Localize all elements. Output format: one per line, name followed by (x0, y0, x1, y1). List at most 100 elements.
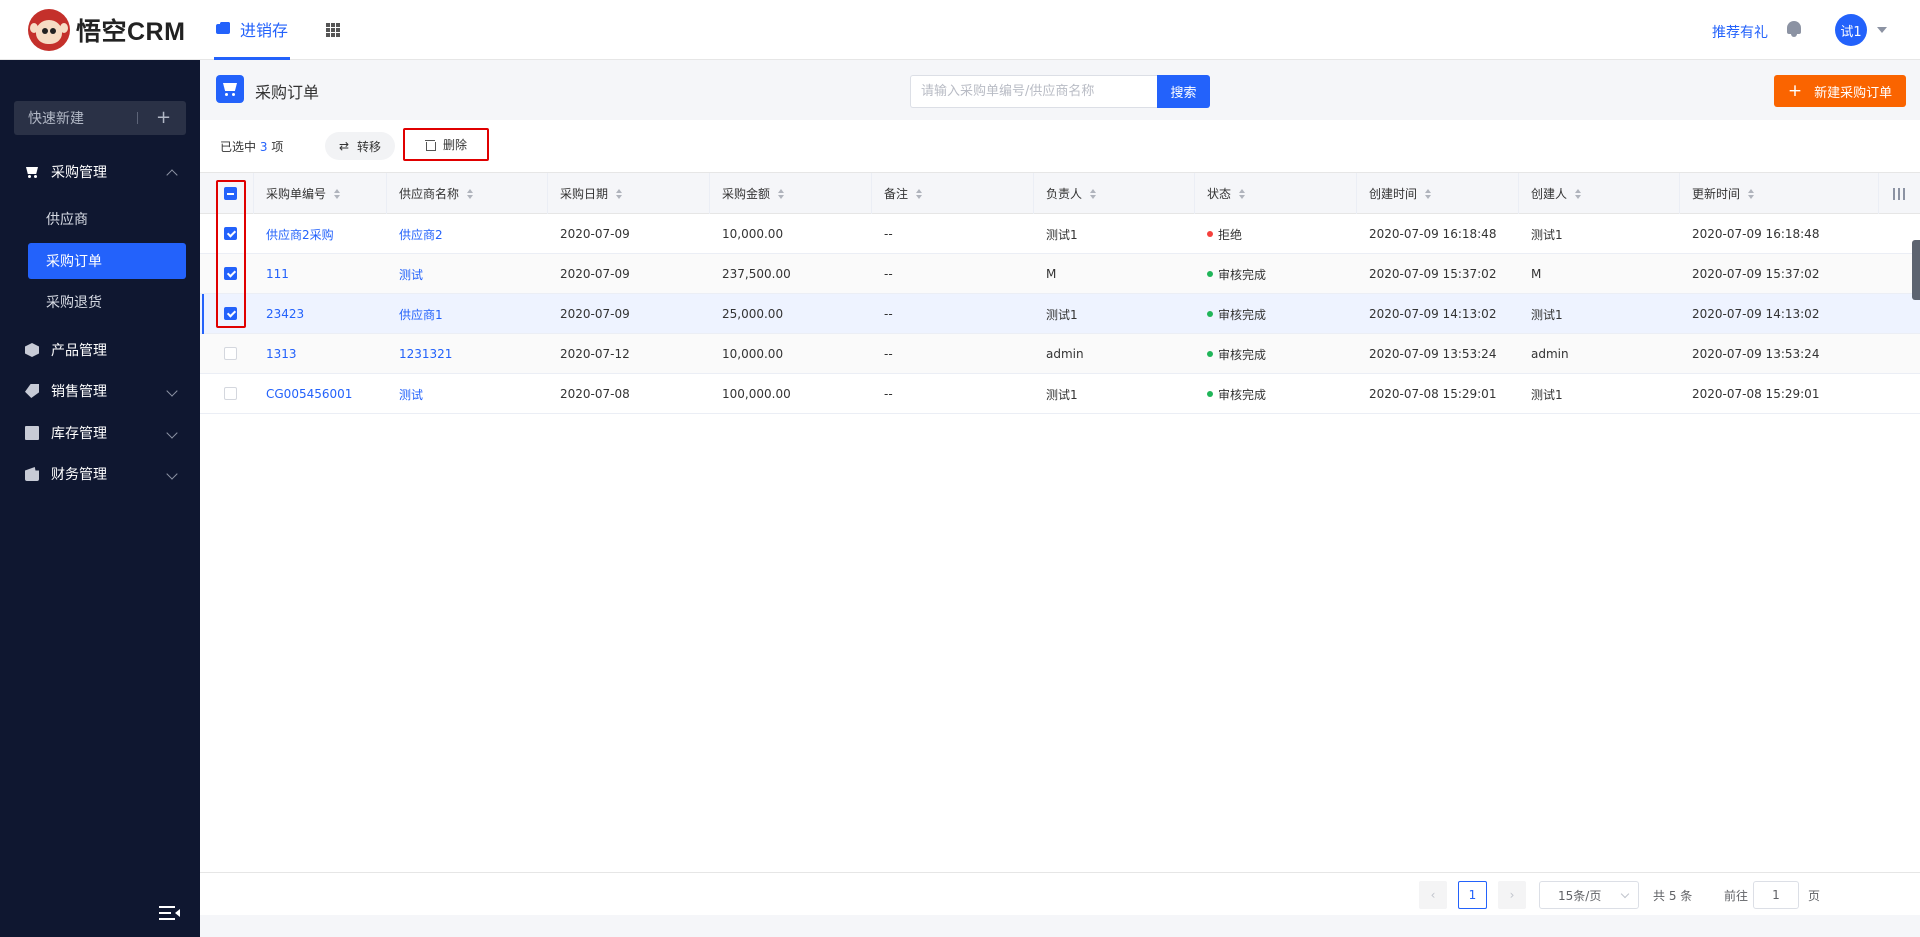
column-header[interactable]: 创建时间 (1357, 173, 1519, 214)
quick-new-button[interactable]: 快速新建 + (14, 101, 186, 135)
sidebar-item-purchase-order[interactable]: 采购订单 (28, 243, 186, 279)
column-settings-icon[interactable] (1893, 188, 1905, 200)
cart-icon (25, 165, 39, 179)
cell-text: 2020-07-09 15:37:02 (1692, 267, 1820, 281)
sidebar-item-purchase-return[interactable]: 采购退货 (28, 284, 186, 320)
row-checkbox[interactable] (224, 387, 237, 400)
sidebar-group-inventory[interactable]: 库存管理 (0, 413, 200, 453)
logo[interactable]: 悟空CRM (28, 9, 185, 51)
tag-icon (25, 384, 39, 398)
page-header: 采购订单 搜索 + 新建采购订单 (200, 60, 1920, 120)
column-header[interactable]: 采购日期 (548, 173, 710, 214)
prev-page-button[interactable]: ‹ (1419, 881, 1447, 909)
column-header[interactable]: 采购单编号 (254, 173, 387, 214)
sidebar-group-purchase[interactable]: 采购管理 (0, 152, 200, 192)
table-row[interactable]: 23423 供应商1 2020-07-09 25,000.00 -- 测试1 审核完成 202… (200, 294, 1920, 334)
cell-text: 23423 (266, 307, 305, 321)
delete-button[interactable]: 删除 (403, 128, 489, 161)
page-number[interactable]: 1 (1458, 881, 1487, 909)
sidebar-item-supplier[interactable]: 供应商 (28, 201, 186, 237)
column-header[interactable]: 创建人 (1519, 173, 1680, 214)
cell-remark: -- (872, 294, 893, 334)
divider (137, 112, 138, 124)
cell-code[interactable]: 23423 (254, 294, 304, 334)
cell-date: 2020-07-09 (548, 254, 630, 294)
caret-down-icon[interactable] (1877, 27, 1887, 33)
apps-grid-icon[interactable] (326, 23, 340, 37)
recommend-link[interactable]: 推荐有礼 (1712, 22, 1768, 42)
column-header[interactable]: 供应商名称 (387, 173, 548, 214)
cell-text: 审核完成 (1218, 307, 1267, 322)
goto-page-input[interactable] (1753, 881, 1799, 909)
column-header[interactable]: 更新时间 (1680, 173, 1879, 214)
table-row[interactable]: 1313 1231321 2020-07-12 10,000.00 -- admin 审核完… (200, 334, 1920, 374)
transfer-button[interactable]: ⇄ 转移 (325, 132, 395, 160)
cell-code[interactable]: 1313 (254, 334, 297, 374)
cell-code[interactable]: 供应商2采购 (254, 214, 334, 254)
status-dot-icon (1207, 391, 1213, 397)
table-row[interactable]: 111 测试 2020-07-09 237,500.00 -- M 审核完成 2020-07-… (200, 254, 1920, 294)
cell-text: 测试1 (1046, 387, 1078, 402)
tab-inventory[interactable]: 进销存 (214, 0, 291, 60)
cell-updated: 2020-07-09 14:13:02 (1680, 294, 1819, 334)
table-row[interactable]: 供应商2采购 供应商2 2020-07-09 10,000.00 -- 测试1 拒绝 2020… (200, 214, 1920, 254)
next-page-button[interactable]: › (1498, 881, 1526, 909)
cell-supplier[interactable]: 1231321 (387, 334, 452, 374)
page-size-select[interactable]: 15条/页 (1539, 881, 1639, 909)
cell-owner: 测试1 (1034, 294, 1078, 334)
column-header[interactable]: 采购金额 (710, 173, 872, 214)
plus-icon: + (1787, 81, 1803, 101)
cell-status: 审核完成 (1195, 254, 1266, 294)
cell-created: 2020-07-09 15:37:02 (1357, 254, 1496, 294)
cell-supplier[interactable]: 测试 (387, 374, 423, 414)
cell-text: CG005456001 (266, 387, 353, 401)
sidebar: 快速新建 + 采购管理 供应商 采购订单 采购退货 产品管理 销售管理 库存管理… (0, 60, 200, 937)
cell-text: 2020-07-09 16:18:48 (1692, 227, 1820, 241)
search-button[interactable]: 搜索 (1157, 75, 1210, 108)
cell-text: 审核完成 (1218, 347, 1267, 362)
cell-updated: 2020-07-09 13:53:24 (1680, 334, 1819, 374)
chevron-down-icon (166, 468, 178, 480)
column-header[interactable]: 负责人 (1034, 173, 1195, 214)
sidebar-group-finance[interactable]: 财务管理 (0, 454, 200, 494)
column-header[interactable]: 备注 (872, 173, 1034, 214)
cell-text: 测试1 (1046, 227, 1078, 242)
cell-text: 25,000.00 (722, 307, 784, 321)
trash-icon (424, 139, 436, 151)
bell-icon[interactable] (1786, 20, 1802, 38)
sidebar-item-label: 采购订单 (46, 254, 102, 270)
sidebar-group-product[interactable]: 产品管理 (0, 330, 200, 370)
cell-text: 10,000.00 (722, 227, 784, 241)
table-row[interactable]: CG005456001 测试 2020-07-08 100,000.00 -- 测试1 审核… (200, 374, 1920, 414)
cell-supplier[interactable]: 供应商1 (387, 294, 443, 334)
cell-owner: 测试1 (1034, 214, 1078, 254)
status-dot-icon (1207, 351, 1213, 357)
new-purchase-order-button[interactable]: + 新建采购订单 (1774, 75, 1906, 107)
sort-icon (334, 188, 341, 199)
cell-text: 2020-07-09 14:13:02 (1692, 307, 1820, 321)
cell-amount: 25,000.00 (710, 294, 783, 334)
cell-text: 2020-07-08 (560, 387, 630, 401)
column-header[interactable]: 状态 (1195, 173, 1357, 214)
cell-supplier[interactable]: 测试 (387, 254, 423, 294)
side-drawer-handle[interactable] (1912, 240, 1920, 300)
sidebar-group-label: 销售管理 (51, 384, 107, 400)
cell-code[interactable]: CG005456001 (254, 374, 352, 414)
cell-supplier[interactable]: 供应商2 (387, 214, 443, 254)
collapse-menu-icon[interactable] (159, 906, 181, 920)
cell-text: 2020-07-09 (560, 267, 630, 281)
avatar[interactable]: 试1 (1835, 14, 1867, 46)
search-input[interactable] (910, 75, 1157, 108)
cell-text: 2020-07-08 15:29:01 (1369, 387, 1497, 401)
cell-text: 测试1 (1531, 227, 1563, 242)
cart-icon (216, 75, 244, 103)
selection-prefix: 已选中 (220, 140, 257, 154)
cell-text: 拒绝 (1218, 227, 1243, 242)
row-checkbox[interactable] (224, 347, 237, 360)
cell-created: 2020-07-08 15:29:01 (1357, 374, 1496, 414)
plus-icon[interactable]: + (156, 107, 171, 128)
cell-code[interactable]: 111 (254, 254, 289, 294)
cell-text: 审核完成 (1218, 387, 1267, 402)
cell-creator: 测试1 (1519, 294, 1563, 334)
sidebar-group-sales[interactable]: 销售管理 (0, 371, 200, 411)
